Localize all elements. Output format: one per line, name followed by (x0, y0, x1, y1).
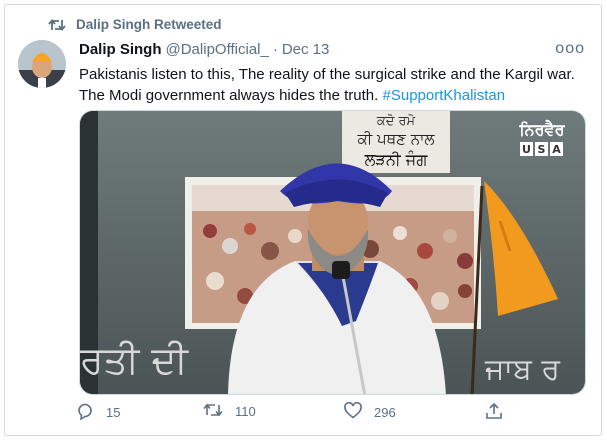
reply-icon (76, 402, 94, 423)
sign-line-3: ਲੜਨੀ ਜੰਗ (364, 150, 429, 169)
sign-line-1: ਕਦੋ ਰਮੋ (376, 113, 416, 129)
channel-watermark: ਨਿਰਵੈਰ U S A (518, 120, 566, 156)
heart-icon (344, 401, 362, 422)
like-count: 296 (374, 404, 396, 420)
banner-text-left: ਰਤੀ ਦੀ (80, 338, 190, 382)
tweet-date[interactable]: Dec 13 (282, 41, 330, 58)
reply-button[interactable]: 15 (76, 402, 120, 423)
retweet-count: 110 (235, 404, 256, 419)
retweet-button[interactable]: 110 (203, 402, 256, 421)
author-name[interactable]: Dalip Singh (79, 41, 162, 58)
hashtag-link[interactable]: #SupportKhalistan (383, 87, 506, 104)
tweet-actions: 15 110 296 (76, 401, 516, 428)
watermark-title: ਨਿਰਵੈਰ (518, 120, 565, 139)
share-icon (485, 402, 503, 423)
like-button[interactable]: 296 (344, 401, 396, 422)
avatar[interactable] (18, 40, 66, 88)
watermark-letter-s: S (538, 143, 546, 156)
banner-text-right: ਜਾਬ ਰ (484, 352, 560, 387)
author-handle[interactable]: @DalipOfficial_ (166, 41, 269, 58)
watermark-letter-a: A (552, 143, 561, 156)
retweet-indicator: Dalip Singh Retweeted (48, 17, 222, 32)
separator-dot: · (272, 41, 278, 58)
watermark-letter-u: U (522, 143, 531, 156)
retweet-label[interactable]: Dalip Singh Retweeted (76, 17, 222, 32)
tweet-text: Pakistanis listen to this, The reality o… (79, 64, 579, 106)
more-options-icon[interactable]: ooo (555, 40, 585, 58)
video-media[interactable]: ਕਦੋ ਰਮੋ ਕੀ ਪਥਣ ਨਾਲ ਲੜਨੀ ਜੰਗ ਰਤੀ ਦੀ ਜਾਬ ਰ… (79, 110, 586, 395)
share-button[interactable] (485, 402, 503, 423)
tweet-header: Dalip Singh @DalipOfficial_ · Dec 13 (79, 41, 329, 58)
retweet-icon (48, 18, 66, 32)
sign-board: ਕਦੋ ਰਮੋ ਕੀ ਪਥਣ ਨਾਲ ਲੜਨੀ ਜੰਗ (342, 111, 450, 173)
retweet-icon (203, 402, 223, 421)
sign-line-2: ਕੀ ਪਥਣ ਨਾਲ (356, 130, 435, 148)
reply-count: 15 (106, 405, 121, 420)
